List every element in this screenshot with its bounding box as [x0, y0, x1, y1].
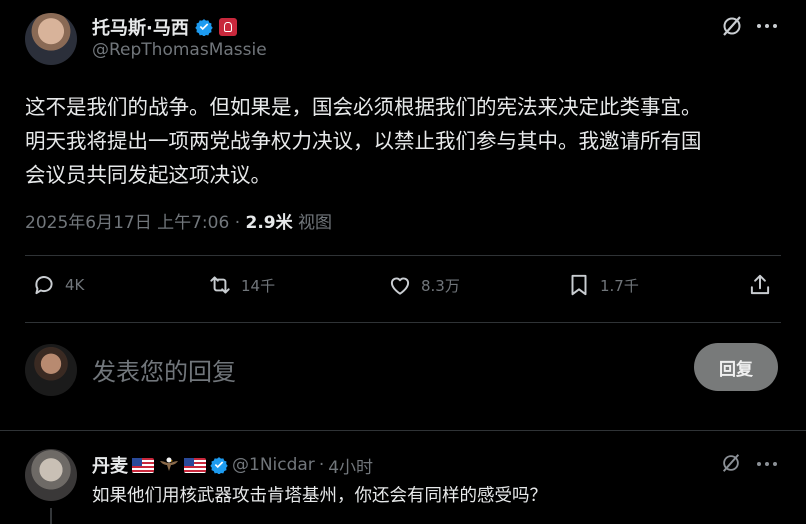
- reply-author-name[interactable]: 丹麦: [92, 452, 128, 478]
- verified-badge-icon: [195, 19, 213, 36]
- tweet-text-line: 这不是我们的战争。但如果是，国会必须根据我们的宪法来决定此类事宜。: [25, 95, 702, 119]
- author-name-row: 托马斯·马西: [92, 14, 237, 40]
- verified-badge-icon: [210, 457, 228, 474]
- like-icon: [390, 277, 410, 295]
- reply-time[interactable]: 4小时: [328, 453, 373, 478]
- reply-author-avatar[interactable]: [25, 449, 77, 501]
- share-icon: [750, 274, 770, 295]
- more-icon[interactable]: [756, 454, 778, 474]
- repost-count: 14千: [241, 276, 276, 295]
- reply-action[interactable]: 4K: [31, 272, 84, 298]
- share-action[interactable]: [747, 272, 773, 298]
- tweet-meta: 2025年6月17日 上午7:06 · 2.9米 视图: [25, 208, 332, 233]
- reply-button[interactable]: 回复: [694, 343, 778, 391]
- bookmark-icon: [571, 274, 587, 296]
- current-user-avatar[interactable]: [25, 344, 77, 396]
- thread-line: [50, 508, 52, 524]
- reply-icon: [35, 276, 53, 295]
- tweet-text-line: 会议员共同发起这项决议。: [25, 163, 271, 187]
- views-count: 2.9米: [245, 213, 293, 233]
- government-flag-icon: [218, 18, 237, 36]
- reply-header: 丹麦 @1Nicdar · 4小时: [92, 452, 373, 478]
- tweet-text: 这不是我们的战争。但如果是，国会必须根据我们的宪法来决定此类事宜。 明天我将提出…: [25, 90, 785, 192]
- views-label: 视图: [292, 213, 333, 233]
- like-action[interactable]: 8.3万: [387, 272, 460, 298]
- reply-count: 4K: [65, 276, 85, 294]
- meta-separator: ·: [229, 213, 246, 233]
- repost-icon: [210, 276, 230, 294]
- bookmark-action[interactable]: 1.7千: [566, 272, 639, 298]
- author-avatar[interactable]: [25, 13, 77, 65]
- us-flag-icon: [132, 457, 154, 473]
- bookmark-count: 1.7千: [600, 276, 639, 295]
- reply-input[interactable]: 发表您的回复: [92, 352, 236, 387]
- divider: [0, 430, 806, 431]
- reply-author-handle[interactable]: @1Nicdar: [232, 455, 315, 475]
- author-name[interactable]: 托马斯·马西: [92, 14, 189, 40]
- grok-icon[interactable]: [720, 452, 742, 474]
- reply-text: 如果他们用核武器攻击肯塔基州，你还会有同样的感受吗？: [92, 486, 547, 506]
- tweet-text-line: 明天我将提出一项两党战争权力决议，以禁止我们参与其中。我邀请所有国: [25, 129, 702, 153]
- reply-separator: ·: [318, 455, 325, 475]
- grok-icon[interactable]: [720, 14, 744, 38]
- author-handle[interactable]: @RepThomasMassie: [92, 40, 267, 60]
- more-icon[interactable]: [756, 16, 778, 36]
- divider: [25, 255, 781, 256]
- tweet-timestamp[interactable]: 2025年6月17日 上午7:06: [25, 213, 229, 233]
- us-flag-icon: [184, 457, 206, 473]
- action-bar: 4K 14千 8.3万 1.7千: [25, 272, 775, 306]
- divider: [25, 322, 781, 323]
- eagle-icon: [160, 457, 178, 471]
- repost-action[interactable]: 14千: [207, 272, 275, 298]
- like-count: 8.3万: [421, 276, 460, 295]
